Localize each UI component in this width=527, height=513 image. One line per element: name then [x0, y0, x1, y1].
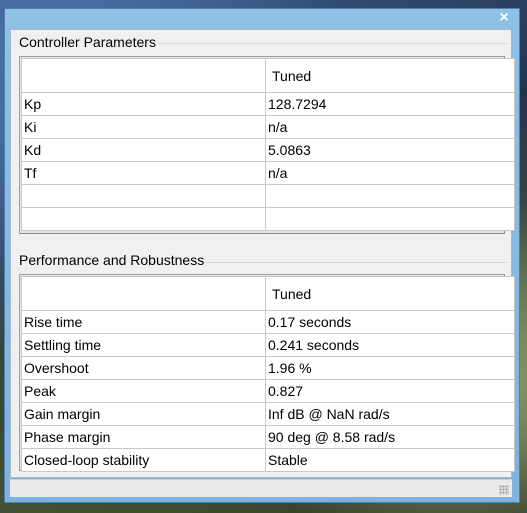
resize-grip-icon[interactable] — [499, 485, 509, 495]
parameter-name: Kp — [21, 92, 266, 116]
dialog-window: × Controller Parameters Tuned Kp 128.729… — [4, 8, 520, 503]
parameter-value — [265, 184, 515, 208]
table-row[interactable]: Rise time 0.17 seconds — [21, 310, 515, 334]
metric-value: Stable — [265, 448, 515, 472]
parameter-value: n/a — [265, 161, 515, 185]
metric-name: Phase margin — [21, 425, 266, 449]
controller-parameters-title: Controller Parameters — [19, 34, 158, 50]
metric-value: 90 deg @ 8.58 rad/s — [265, 425, 515, 449]
table-row[interactable]: Phase margin 90 deg @ 8.58 rad/s — [21, 425, 515, 449]
table-row[interactable]: Ki n/a — [21, 115, 515, 139]
table-header-cell — [21, 276, 266, 311]
parameter-value: n/a — [265, 115, 515, 139]
table-header-row: Tuned — [21, 276, 515, 311]
metric-name: Peak — [21, 379, 266, 403]
metric-value: 1.96 % — [265, 356, 515, 380]
table-row[interactable]: Tf n/a — [21, 161, 515, 185]
controller-parameters-table: Tuned Kp 128.7294 Ki n/a Kd 5.0863 Tf n/… — [21, 58, 515, 231]
parameter-name: Kd — [21, 138, 266, 162]
metric-name: Closed-loop stability — [21, 448, 266, 472]
parameter-value: 5.0863 — [265, 138, 515, 162]
parameter-name: Tf — [21, 161, 266, 185]
metric-name: Gain margin — [21, 402, 266, 426]
table-row[interactable] — [21, 207, 515, 231]
table-header-row: Tuned — [21, 58, 515, 93]
table-row[interactable]: Settling time 0.241 seconds — [21, 333, 515, 357]
parameter-value — [265, 207, 515, 231]
metric-name: Settling time — [21, 333, 266, 357]
dialog-client-area: Controller Parameters Tuned Kp 128.7294 … — [10, 29, 515, 478]
parameter-name — [21, 184, 266, 208]
status-strip — [10, 479, 512, 497]
metric-value: 0.827 — [265, 379, 515, 403]
table-header-cell: Tuned — [265, 58, 515, 93]
table-row[interactable]: Closed-loop stability Stable — [21, 448, 515, 472]
metric-name: Overshoot — [21, 356, 266, 380]
parameter-name — [21, 207, 266, 231]
parameter-name: Ki — [21, 115, 266, 139]
parameter-value: 128.7294 — [265, 92, 515, 116]
metric-value: 0.241 seconds — [265, 333, 515, 357]
performance-robustness-title: Performance and Robustness — [19, 252, 207, 268]
metric-name: Rise time — [21, 310, 266, 334]
table-row[interactable]: Gain margin Inf dB @ NaN rad/s — [21, 402, 515, 426]
table-row[interactable] — [21, 184, 515, 208]
metric-value: 0.17 seconds — [265, 310, 515, 334]
close-icon[interactable]: × — [497, 10, 511, 26]
table-row[interactable]: Overshoot 1.96 % — [21, 356, 515, 380]
table-header-cell — [21, 58, 266, 93]
table-row[interactable]: Kd 5.0863 — [21, 138, 515, 162]
table-header-cell: Tuned — [265, 276, 515, 311]
performance-robustness-table: Tuned Rise time 0.17 seconds Settling ti… — [21, 276, 515, 472]
table-row[interactable]: Kp 128.7294 — [21, 92, 515, 116]
table-row[interactable]: Peak 0.827 — [21, 379, 515, 403]
metric-value: Inf dB @ NaN rad/s — [265, 402, 515, 426]
